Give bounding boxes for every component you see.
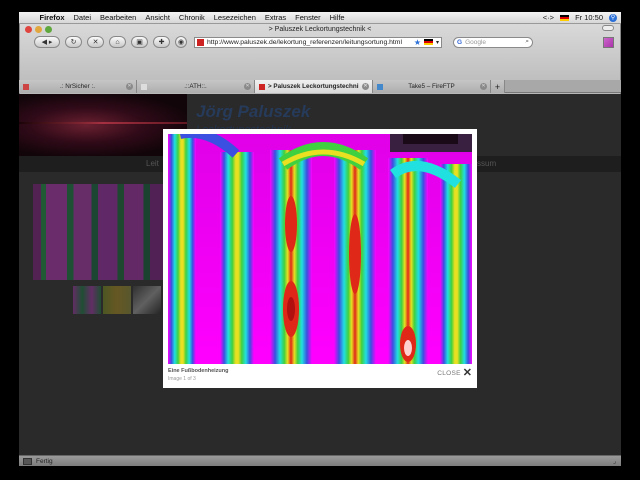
thumbnail-1[interactable] <box>73 286 101 314</box>
site-title: Jörg Paluszek <box>196 102 311 121</box>
tab-favicon-icon <box>141 83 147 90</box>
tab-close-icon[interactable]: ✕ <box>126 83 133 90</box>
bookmarks-toolbar <box>20 50 620 82</box>
menu-ansicht[interactable]: Ansicht <box>141 13 175 22</box>
tab-label: > Paluszek Leckortungstechnik < <box>268 83 359 90</box>
bookmark-add-icon[interactable]: ✚ <box>153 36 170 48</box>
menu-datei[interactable]: Datei <box>69 13 96 22</box>
thumbnail-3[interactable] <box>133 286 161 314</box>
tab-label: Take5 – FireFTP <box>408 83 455 90</box>
stop-icon[interactable]: ✕ <box>87 36 104 48</box>
screen: Firefox Datei Bearbeiten Ansicht Chronik… <box>0 0 640 480</box>
thumbnail-2[interactable] <box>103 286 131 314</box>
tab-fireftp[interactable]: Take5 – FireFTP ✕ <box>373 80 491 93</box>
bookmark-star-icon[interactable]: ★ <box>414 38 421 47</box>
tab-label: .: NrSicher :. <box>60 83 95 90</box>
navigation-toolbar: ◀ ▸ ↻ ✕ ⌂ ▣ ✚ ◉ http://www.paluszek.de/l… <box>20 34 620 50</box>
window-title: > Paluszek Leckortungstechnik < <box>268 25 372 33</box>
back-forward-button[interactable]: ◀ ▸ <box>34 36 60 48</box>
tab-nrsicher[interactable]: .: NrSicher :. ✕ <box>19 80 137 93</box>
close-icon[interactable]: ✕ <box>463 368 472 379</box>
menu-extras[interactable]: Extras <box>260 13 290 22</box>
status-addon-icon[interactable] <box>23 457 32 465</box>
reload-icon[interactable]: ↻ <box>65 36 82 48</box>
nav-item-impressum[interactable]: ssum <box>477 159 496 168</box>
url-text[interactable]: http://www.paluszek.de/lekortung_referen… <box>207 39 411 46</box>
toolbar-toggle-icon[interactable] <box>602 25 614 31</box>
tab-close-icon[interactable]: ✕ <box>244 83 251 90</box>
google-search-engine-icon[interactable]: G <box>457 39 462 46</box>
window-titlebar: > Paluszek Leckortungstechnik < <box>20 24 620 34</box>
status-resize-icon[interactable]: ⌟ <box>613 457 621 465</box>
clock[interactable]: Fr 10:50 <box>575 13 603 22</box>
tab-ath[interactable]: .::ATH::. ✕ <box>137 80 255 93</box>
input-language-flag-icon[interactable] <box>560 14 570 21</box>
tab-bar: .: NrSicher :. ✕ .::ATH::. ✕ > Paluszek … <box>19 80 621 93</box>
status-bar: Fertig ⌟ <box>19 455 621 466</box>
menu-fenster[interactable]: Fenster <box>291 13 325 22</box>
feed-icon[interactable]: ◉ <box>175 36 187 48</box>
tab-label: .::ATH::. <box>184 83 207 90</box>
search-input[interactable]: G Google ⌕ <box>453 36 533 48</box>
tab-favicon-icon <box>377 83 383 90</box>
addon-icon[interactable] <box>603 36 614 48</box>
tab-paluszek[interactable]: > Paluszek Leckortungstechnik < ✕ <box>255 80 373 93</box>
lightbox: Eine Fußbodenheizung Image 1 of 3 CLOSE … <box>163 129 477 388</box>
tab-close-icon[interactable]: ✕ <box>480 83 487 90</box>
language-flag-icon[interactable] <box>423 39 433 45</box>
url-dropdown-icon[interactable]: ▾ <box>436 39 441 46</box>
screenshot-icon[interactable]: ▣ <box>131 36 148 48</box>
magnifier-icon[interactable]: ⌕ <box>525 38 532 46</box>
site-banner <box>19 94 187 156</box>
menubar-extras: <·> Fr 10:50 ⚲ <box>543 13 621 22</box>
thermal-floor-heating-image[interactable] <box>168 134 472 364</box>
close-label: CLOSE <box>437 370 461 377</box>
spotlight-icon[interactable]: ⚲ <box>609 13 617 22</box>
new-tab-button[interactable]: + <box>491 80 505 93</box>
nav-item-leitungsortung[interactable]: Leit <box>146 159 159 168</box>
menu-bearbeiten[interactable]: Bearbeiten <box>96 13 141 22</box>
tab-close-icon[interactable]: ✕ <box>362 83 369 90</box>
page-thermal-image[interactable] <box>33 184 163 280</box>
status-text: Fertig <box>36 457 53 465</box>
menu-hilfe[interactable]: Hilfe <box>325 13 349 22</box>
lightbox-caption: Eine Fußbodenheizung <box>168 368 229 374</box>
menubar: Firefox Datei Bearbeiten Ansicht Chronik… <box>19 12 621 24</box>
home-icon[interactable]: ⌂ <box>109 36 126 48</box>
lightbox-close-button[interactable]: CLOSE ✕ <box>437 368 472 379</box>
tab-favicon-icon <box>23 83 29 90</box>
tab-favicon-icon <box>259 83 265 90</box>
url-bar[interactable]: http://www.paluszek.de/lekortung_referen… <box>194 36 442 48</box>
app-menu[interactable]: Firefox <box>35 13 69 22</box>
lightbox-image-count: Image 1 of 3 <box>168 376 196 382</box>
menu-chronik[interactable]: Chronik <box>174 13 209 22</box>
script-menu-icon[interactable]: <·> <box>543 13 554 22</box>
menu-lesezeichen[interactable]: Lesezeichen <box>209 13 260 22</box>
site-favicon-icon <box>197 38 204 46</box>
search-placeholder: Google <box>465 38 487 46</box>
